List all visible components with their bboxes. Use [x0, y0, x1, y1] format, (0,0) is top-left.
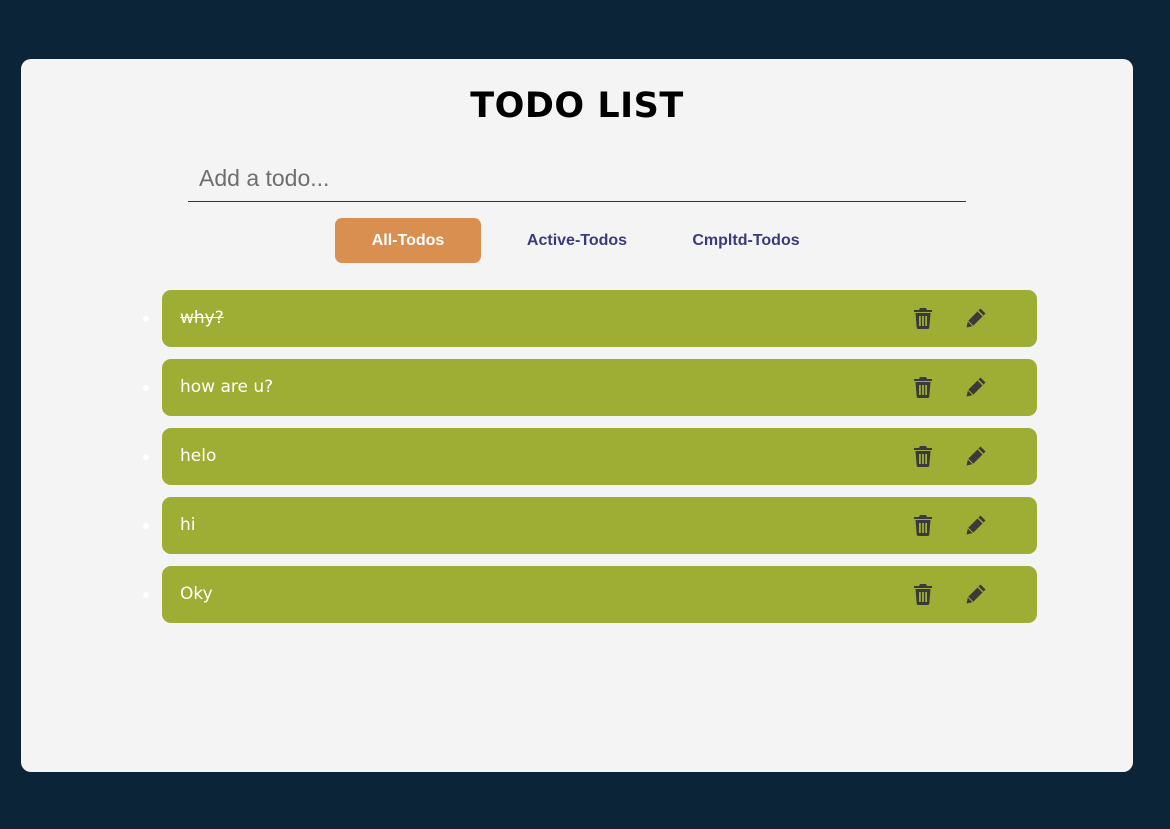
page-title: TODO LIST — [470, 86, 684, 126]
list-bullet — [143, 385, 149, 391]
add-todo-input[interactable] — [188, 156, 966, 202]
pencil-icon[interactable] — [963, 581, 989, 607]
trash-icon[interactable] — [910, 374, 936, 400]
pencil-icon[interactable] — [963, 512, 989, 538]
todo-text[interactable]: helo — [180, 428, 216, 485]
list-bullet — [143, 592, 149, 598]
list-bullet — [143, 523, 149, 529]
pencil-icon[interactable] — [963, 305, 989, 331]
todo-item[interactable]: how are u? — [143, 359, 1037, 416]
todo-text[interactable]: how are u? — [180, 359, 273, 416]
pencil-icon[interactable] — [963, 374, 989, 400]
todo-text[interactable]: why? — [180, 290, 224, 347]
todo-item[interactable]: why? — [143, 290, 1037, 347]
todo-item[interactable]: hi — [143, 497, 1037, 554]
list-bullet — [143, 316, 149, 322]
trash-icon[interactable] — [910, 581, 936, 607]
list-bullet — [143, 454, 149, 460]
trash-icon[interactable] — [910, 512, 936, 538]
filter-all-todos-button[interactable]: All-Todos — [335, 218, 481, 263]
trash-icon[interactable] — [910, 305, 936, 331]
filter-completed-todos-button[interactable]: Cmpltd-Todos — [673, 218, 819, 263]
todo-item[interactable]: Oky — [143, 566, 1037, 623]
todo-item[interactable]: helo — [143, 428, 1037, 485]
filter-tabs: All-Todos Active-Todos Cmpltd-Todos — [335, 218, 819, 263]
filter-active-todos-button[interactable]: Active-Todos — [481, 218, 673, 263]
todo-text[interactable]: Oky — [180, 566, 213, 623]
todo-text[interactable]: hi — [180, 497, 196, 554]
trash-icon[interactable] — [910, 443, 936, 469]
pencil-icon[interactable] — [963, 443, 989, 469]
